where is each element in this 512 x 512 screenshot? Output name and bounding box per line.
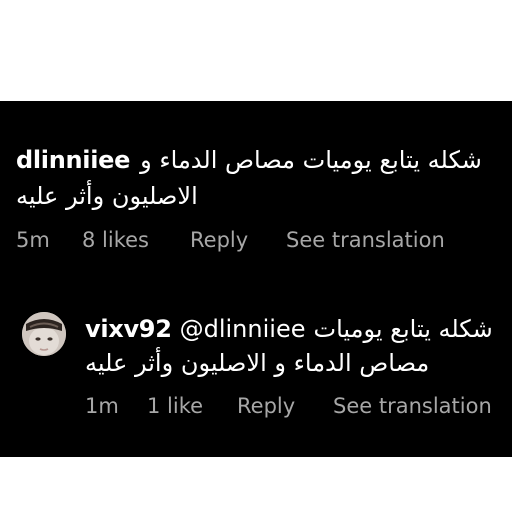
reply-text-line2: مصاص الدماء و الاصليون وأثر عليه xyxy=(85,349,430,377)
reply-header-line: vixv92 @dlinniiee شكله يتابع يوميات xyxy=(85,311,507,347)
reply-avatar[interactable] xyxy=(22,312,66,356)
comment-meta-row: 5m 8 likes Reply See translation xyxy=(16,227,445,253)
reply-text-line1: شكله يتابع يوميات xyxy=(313,315,493,343)
reply-mention[interactable]: @dlinniiee xyxy=(180,315,306,343)
screenshot-frame: dlinniiee شكله يتابع يوميات مصاص الدماء … xyxy=(0,0,512,512)
reply-username[interactable]: vixv92 xyxy=(85,315,172,343)
comment-username[interactable]: dlinniiee xyxy=(16,146,130,174)
avatar-image-icon xyxy=(22,312,66,356)
reply-see-translation-button[interactable]: See translation xyxy=(333,394,492,418)
comment-timestamp: 5m xyxy=(16,228,50,252)
comment-reply-button[interactable]: Reply xyxy=(190,228,286,252)
comment-text-line2: الاصليون وأثر عليه xyxy=(16,182,198,210)
comment-text-line2-row: الاصليون وأثر عليه xyxy=(16,177,216,215)
comment-header-line: dlinniiee شكله يتابع يوميات مصاص الدماء … xyxy=(16,142,500,178)
reply-likes-link[interactable]: 1 like xyxy=(147,394,237,418)
comment-see-translation-button[interactable]: See translation xyxy=(286,228,445,252)
comment-likes-link[interactable]: 8 likes xyxy=(82,228,190,252)
reply-meta-row: 1m 1 like Reply See translation xyxy=(85,393,492,419)
comment-text-line1: شكله يتابع يوميات مصاص الدماء و xyxy=(140,146,482,174)
reply-text-line2-row: مصاص الدماء و الاصليون وأثر عليه xyxy=(85,344,461,382)
reply-timestamp: 1m xyxy=(85,394,119,418)
reply-reply-button[interactable]: Reply xyxy=(237,394,333,418)
